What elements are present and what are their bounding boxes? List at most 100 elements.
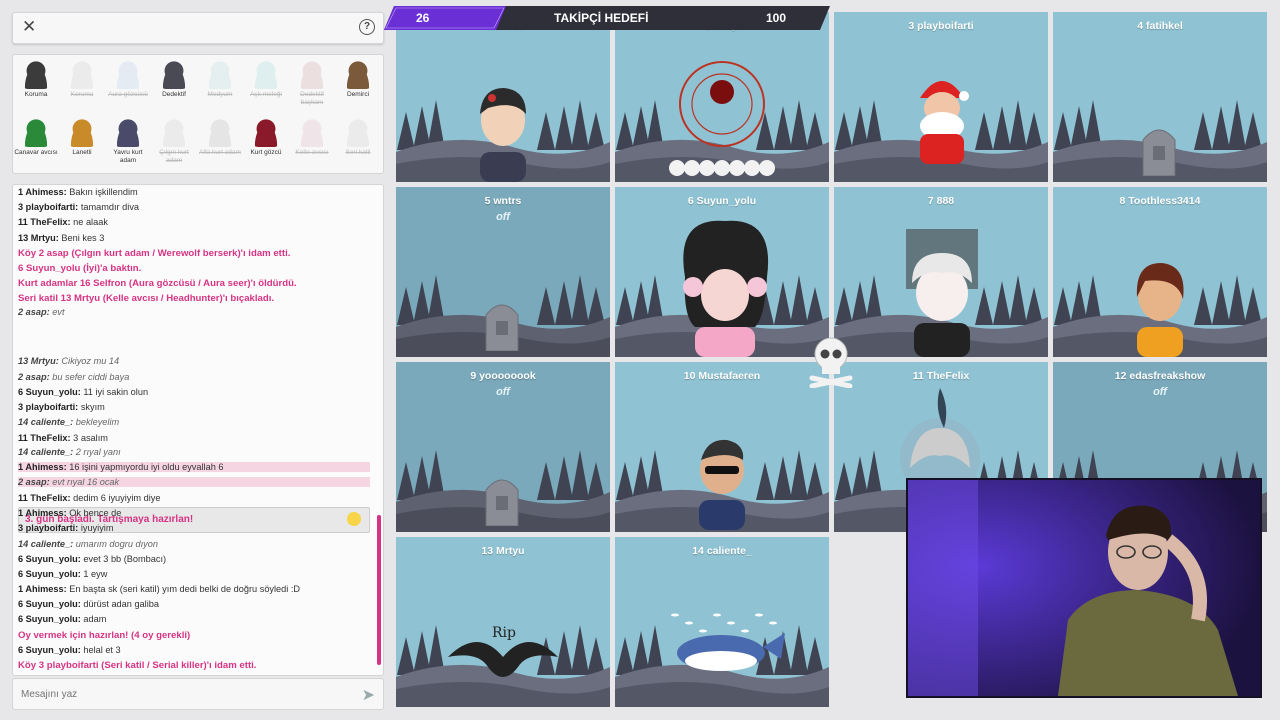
system-message: Seri katil 13 Mrtyu (Kelle avcısı / Head… bbox=[18, 293, 370, 304]
player-name: 5 wntrs bbox=[484, 195, 522, 207]
chat-message: 1 Ahimess: En başta sk (seri katil) yım … bbox=[18, 584, 370, 594]
player-tile[interactable]: 4 fatihkel bbox=[1053, 12, 1267, 182]
goal-current: 26 bbox=[416, 11, 430, 25]
role-item[interactable]: Dedektif başkanı bbox=[290, 61, 334, 107]
chat-text: Köy 3 playboifarti (Seri katil / Serial … bbox=[18, 660, 257, 671]
role-item[interactable]: Yavru kurt adam bbox=[106, 119, 150, 165]
role-icon bbox=[344, 119, 372, 147]
role-label: Lanetli bbox=[72, 149, 92, 156]
role-icon bbox=[206, 61, 234, 89]
chat-text: Oy vermek için hazırlan! (4 oy gerekli) bbox=[18, 630, 191, 641]
chat-message: 3 playboifarti: skyım bbox=[18, 402, 370, 412]
chat-text: dedim 6 iyuyiyim diye bbox=[73, 493, 161, 503]
role-item[interactable]: Demirci bbox=[336, 61, 380, 99]
send-icon[interactable]: ➤ bbox=[362, 685, 375, 705]
role-item[interactable]: Aşk meleği bbox=[244, 61, 288, 99]
chat-sender[interactable]: 2 asap: bbox=[18, 307, 50, 317]
tombstone-icon bbox=[485, 304, 519, 351]
chat-sender[interactable]: 11 TheFelix: bbox=[18, 433, 71, 443]
player-name: 11 TheFelix bbox=[912, 370, 970, 382]
message-input[interactable] bbox=[19, 683, 343, 705]
chat-sender[interactable]: 1 Ahimess: bbox=[18, 187, 67, 197]
chat-text: evt bbox=[52, 307, 65, 317]
chat-sender[interactable]: 2 asap: bbox=[18, 477, 50, 487]
chat-sender[interactable]: 1 Ahimess: bbox=[18, 584, 67, 594]
role-item[interactable]: Aura gözcüsü bbox=[106, 61, 150, 99]
chat-sender[interactable]: 6 Suyun_yolu: bbox=[18, 387, 81, 397]
role-label: Aşk meleği bbox=[250, 91, 282, 98]
role-item[interactable]: Kelle avcısı bbox=[290, 119, 334, 157]
chat-sender[interactable]: 6 Suyun_yolu: bbox=[18, 645, 81, 655]
chat-sender[interactable]: 3 playboifarti: bbox=[18, 523, 78, 533]
chat-message: 6 Suyun_yolu: helal et 3 bbox=[18, 645, 370, 655]
chat-scrollbar[interactable] bbox=[377, 515, 381, 665]
skull-icon bbox=[809, 337, 853, 388]
role-item[interactable]: Alfa kurt adam bbox=[198, 119, 242, 157]
role-item[interactable]: Kurt gözcü bbox=[244, 119, 288, 157]
player-tile[interactable]: 10 Mustafaeren bbox=[615, 362, 829, 532]
player-tile[interactable]: 6 Suyun_yolu bbox=[615, 187, 829, 357]
role-item[interactable]: Seri katil bbox=[336, 119, 380, 157]
chat-message: 13 Mrtyu: Beni kes 3 bbox=[18, 233, 370, 243]
player-tile[interactable]: Ahimess bbox=[396, 12, 610, 182]
chat-sender[interactable]: 6 Suyun_yolu: bbox=[18, 599, 81, 609]
chat-message: 6 Suyun_yolu: 1 eyw bbox=[18, 569, 370, 579]
chat-text: evet 3 bb (Bombacı) bbox=[83, 554, 167, 564]
chat-sender[interactable]: 3 playboifarti: bbox=[18, 402, 78, 412]
chat-text: adam bbox=[83, 614, 107, 624]
chat-sender[interactable]: 14 caliente_: bbox=[18, 539, 73, 549]
role-label: Demirci bbox=[346, 91, 370, 98]
chat-sender[interactable]: 3 playboifarti: bbox=[18, 202, 78, 212]
role-item[interactable]: Koruma bbox=[14, 61, 58, 99]
system-message: 6 Suyun_yolu (İyi)'a baktın. bbox=[18, 263, 370, 274]
chat-sender[interactable]: 1 Ahimess: bbox=[18, 508, 67, 518]
player-name: 10 Mustafaeren bbox=[683, 370, 761, 382]
role-item[interactable]: Lanetli bbox=[60, 119, 104, 157]
close-icon[interactable]: ✕ bbox=[22, 17, 36, 37]
role-icon bbox=[22, 119, 50, 147]
system-message: Köy 3 playboifarti (Seri katil / Serial … bbox=[18, 660, 370, 671]
role-item[interactable]: Canavar avcısı bbox=[14, 119, 58, 157]
chat-sender[interactable]: 11 TheFelix: bbox=[18, 493, 71, 503]
role-icon bbox=[298, 61, 326, 89]
chat-text: 1 eyw bbox=[83, 569, 108, 579]
player-tile[interactable]: 5 wntrs off bbox=[396, 187, 610, 357]
help-icon[interactable]: ? bbox=[359, 19, 375, 35]
role-icon bbox=[160, 61, 188, 89]
chat-sender[interactable]: 14 caliente_: bbox=[18, 417, 73, 427]
role-label: Çılgın kurt adam bbox=[159, 149, 189, 164]
role-item[interactable]: Çılgın kurt adam bbox=[152, 119, 196, 165]
chat-message: 11 TheFelix: ne alaak bbox=[18, 217, 370, 227]
chat-sender[interactable]: 6 Suyun_yolu: bbox=[18, 614, 81, 624]
player-tile[interactable]: Rip 13 Mrtyu bbox=[396, 537, 610, 707]
role-label: Dedektif başkanı bbox=[300, 91, 324, 106]
player-tile[interactable]: 9 yoooooook off bbox=[396, 362, 610, 532]
player-tile[interactable]: 3 playboifarti bbox=[834, 12, 1048, 182]
chat-sender[interactable]: 14 caliente_: bbox=[18, 447, 73, 457]
player-tile[interactable]: 2 asap bbox=[615, 12, 829, 182]
player-tile[interactable]: 7 888 bbox=[834, 187, 1048, 357]
chat-sender[interactable]: 6 Suyun_yolu: bbox=[18, 554, 81, 564]
system-message: Köy 2 asap (Çılgın kurt adam / Werewolf … bbox=[18, 248, 370, 259]
role-label: Kurt gözcü bbox=[250, 149, 282, 156]
player-tile[interactable]: 8 Toothless3414 bbox=[1053, 187, 1267, 357]
chat-sender[interactable]: 13 Mrtyu: bbox=[18, 233, 59, 243]
chat-text: evt rıyal 16 ocak bbox=[52, 477, 120, 487]
role-item[interactable]: Koruma bbox=[60, 61, 104, 99]
chat-sender[interactable]: 11 TheFelix: bbox=[18, 217, 71, 227]
player-name: 6 Suyun_yolu bbox=[687, 195, 757, 207]
chat-sender[interactable]: 6 Suyun_yolu: bbox=[18, 569, 81, 579]
chat-log[interactable]: 3. gün başladı. Tartışmaya hazırlan! 1 A… bbox=[12, 184, 384, 676]
player-avatar bbox=[699, 439, 745, 530]
player-avatar bbox=[669, 61, 775, 176]
role-icon bbox=[252, 119, 280, 147]
chat-text: 2 rıyal yanı bbox=[75, 447, 121, 457]
chat-sender[interactable]: 2 asap: bbox=[18, 372, 50, 382]
player-name: 13 Mrtyu bbox=[481, 545, 525, 557]
role-item[interactable]: Dedektif bbox=[152, 61, 196, 99]
player-tile[interactable]: 14 caliente_ bbox=[615, 537, 829, 707]
player-name: 3 playboifarti bbox=[908, 20, 974, 32]
chat-sender[interactable]: 13 Mrtyu: bbox=[18, 356, 59, 366]
role-item[interactable]: Medyum bbox=[198, 61, 242, 99]
chat-sender[interactable]: 1 Ahimess: bbox=[18, 462, 67, 472]
